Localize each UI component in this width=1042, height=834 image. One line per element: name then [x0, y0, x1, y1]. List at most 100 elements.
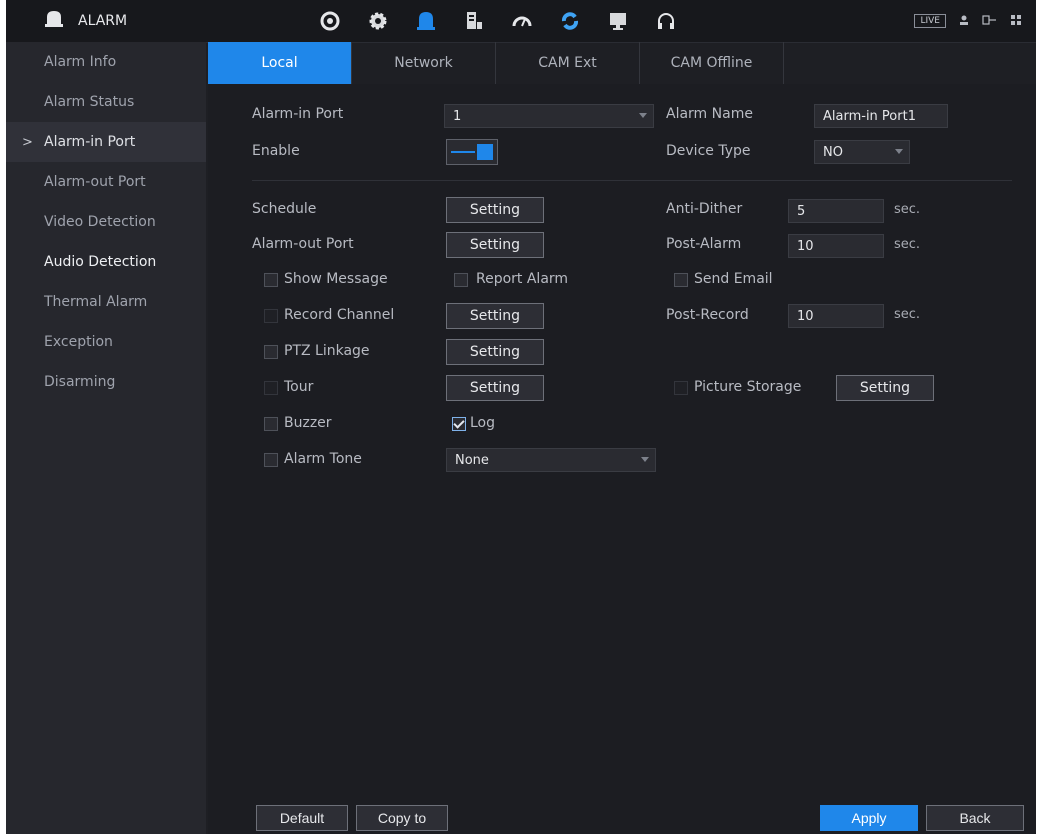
- sidebar-item-thermal-alarm[interactable]: Thermal Alarm: [6, 282, 206, 322]
- report-alarm-checkbox[interactable]: [454, 273, 468, 287]
- sidebar-item-video-detection[interactable]: Video Detection: [6, 202, 206, 242]
- alarm-window: ALARM LIVE Alarm Info Alarm Status > Ala…: [6, 0, 1036, 834]
- alarm-tone-label: Alarm Tone: [284, 451, 362, 467]
- monitor-icon[interactable]: [594, 0, 642, 42]
- picture-storage-setting-button[interactable]: Setting: [836, 375, 934, 401]
- ptz-linkage-setting-button[interactable]: Setting: [446, 339, 544, 365]
- alarm-out-port-label: Alarm-out Port: [252, 236, 354, 252]
- tour-label: Tour: [284, 379, 314, 395]
- alarm-nav-icon[interactable]: [402, 0, 450, 42]
- buzzer-checkbox[interactable]: [264, 417, 278, 431]
- post-alarm-label: Post-Alarm: [666, 236, 742, 252]
- tab-network[interactable]: Network: [352, 42, 496, 84]
- anti-dither-unit: sec.: [894, 202, 921, 217]
- ptz-linkage-checkbox[interactable]: [264, 345, 278, 359]
- log-label: Log: [470, 415, 496, 431]
- schedule-label: Schedule: [252, 201, 317, 217]
- device-type-value: NO: [823, 144, 843, 160]
- live-button[interactable]: LIVE: [914, 14, 946, 28]
- alarm-in-port-value: 1: [453, 108, 462, 124]
- alarm-tone-value: None: [455, 452, 489, 468]
- app-title: ALARM: [44, 0, 127, 42]
- apply-button[interactable]: Apply: [820, 805, 918, 831]
- top-nav-icons: [306, 0, 690, 42]
- sidebar-item-alarm-info[interactable]: Alarm Info: [6, 42, 206, 82]
- chevron-down-icon: [641, 457, 649, 462]
- picture-storage-checkbox[interactable]: [674, 381, 688, 395]
- gauge-icon[interactable]: [498, 0, 546, 42]
- post-record-unit: sec.: [894, 307, 921, 322]
- bottom-bar: Default Copy to Apply Back: [208, 796, 1036, 834]
- alarm-in-port-select[interactable]: 1: [444, 104, 654, 128]
- toggle-track: [451, 151, 475, 153]
- sidebar-item-label: Video Detection: [44, 214, 156, 230]
- device-type-select[interactable]: NO: [814, 140, 910, 164]
- tab-cam-ext[interactable]: CAM Ext: [496, 42, 640, 84]
- search-icon[interactable]: [306, 0, 354, 42]
- sidebar-item-disarming[interactable]: Disarming: [6, 362, 206, 402]
- anti-dither-label: Anti-Dither: [666, 201, 743, 217]
- user-icon[interactable]: [958, 14, 970, 29]
- sidebar-item-alarm-in-port[interactable]: > Alarm-in Port: [6, 122, 206, 162]
- logout-icon[interactable]: [982, 14, 998, 29]
- sidebar-item-alarm-status[interactable]: Alarm Status: [6, 82, 206, 122]
- sidebar-item-label: Disarming: [44, 374, 116, 390]
- chevron-down-icon: [895, 149, 903, 154]
- alarm-name-input[interactable]: Alarm-in Port1: [814, 104, 948, 128]
- enable-label: Enable: [252, 143, 300, 159]
- alarm-tone-select[interactable]: None: [446, 448, 656, 472]
- alarm-in-port-form: Alarm-in Port 1 Alarm Name Alarm-in Port…: [208, 84, 1036, 796]
- gear-icon[interactable]: [354, 0, 402, 42]
- top-right-controls: LIVE: [914, 0, 1022, 42]
- enable-toggle[interactable]: [446, 139, 498, 165]
- sidebar-item-label: Alarm-in Port: [44, 134, 136, 150]
- show-message-label: Show Message: [284, 271, 388, 287]
- post-record-input[interactable]: 10: [788, 304, 884, 328]
- tab-bar: Local Network CAM Ext CAM Offline: [208, 42, 784, 84]
- storage-icon[interactable]: [450, 0, 498, 42]
- alarm-out-port-setting-button[interactable]: Setting: [446, 232, 544, 258]
- sidebar-item-alarm-out-port[interactable]: Alarm-out Port: [6, 162, 206, 202]
- post-alarm-input[interactable]: 10: [788, 234, 884, 258]
- default-button[interactable]: Default: [256, 805, 348, 831]
- record-channel-label: Record Channel: [284, 307, 395, 323]
- chevron-right-icon: >: [22, 134, 33, 150]
- sidebar-item-exception[interactable]: Exception: [6, 322, 206, 362]
- chevron-down-icon: [639, 113, 647, 118]
- copy-to-button[interactable]: Copy to: [356, 805, 448, 831]
- send-email-label: Send Email: [694, 271, 773, 287]
- section-divider: [252, 180, 1012, 181]
- log-checkbox[interactable]: [452, 417, 466, 431]
- sidebar: Alarm Info Alarm Status > Alarm-in Port …: [6, 42, 206, 834]
- refresh-icon[interactable]: [546, 0, 594, 42]
- buzzer-label: Buzzer: [284, 415, 332, 431]
- ptz-linkage-label: PTZ Linkage: [284, 343, 370, 359]
- tour-checkbox[interactable]: [264, 381, 278, 395]
- tab-local[interactable]: Local: [208, 42, 352, 84]
- headset-icon[interactable]: [642, 0, 690, 42]
- picture-storage-label: Picture Storage: [694, 379, 802, 395]
- sidebar-item-label: Alarm Info: [44, 54, 117, 70]
- send-email-checkbox[interactable]: [674, 273, 688, 287]
- record-channel-checkbox[interactable]: [264, 309, 278, 323]
- tour-setting-button[interactable]: Setting: [446, 375, 544, 401]
- alarm-name-label: Alarm Name: [666, 106, 753, 122]
- app-title-text: ALARM: [78, 13, 128, 29]
- schedule-setting-button[interactable]: Setting: [446, 197, 544, 223]
- post-alarm-unit: sec.: [894, 237, 921, 252]
- sidebar-item-label: Audio Detection: [44, 254, 157, 270]
- tab-cam-offline[interactable]: CAM Offline: [640, 42, 784, 84]
- record-channel-setting-button[interactable]: Setting: [446, 303, 544, 329]
- report-alarm-label: Report Alarm: [476, 271, 569, 287]
- device-type-label: Device Type: [666, 143, 751, 159]
- show-message-checkbox[interactable]: [264, 273, 278, 287]
- alarm-tone-checkbox[interactable]: [264, 453, 278, 467]
- toggle-knob: [477, 144, 493, 160]
- sidebar-item-label: Thermal Alarm: [44, 294, 148, 310]
- sidebar-item-audio-detection[interactable]: Audio Detection: [6, 242, 206, 282]
- sidebar-item-label: Alarm Status: [44, 94, 135, 110]
- back-button[interactable]: Back: [926, 805, 1024, 831]
- anti-dither-input[interactable]: 5: [788, 199, 884, 223]
- grid-menu-icon[interactable]: [1010, 14, 1022, 29]
- post-record-label: Post-Record: [666, 307, 749, 323]
